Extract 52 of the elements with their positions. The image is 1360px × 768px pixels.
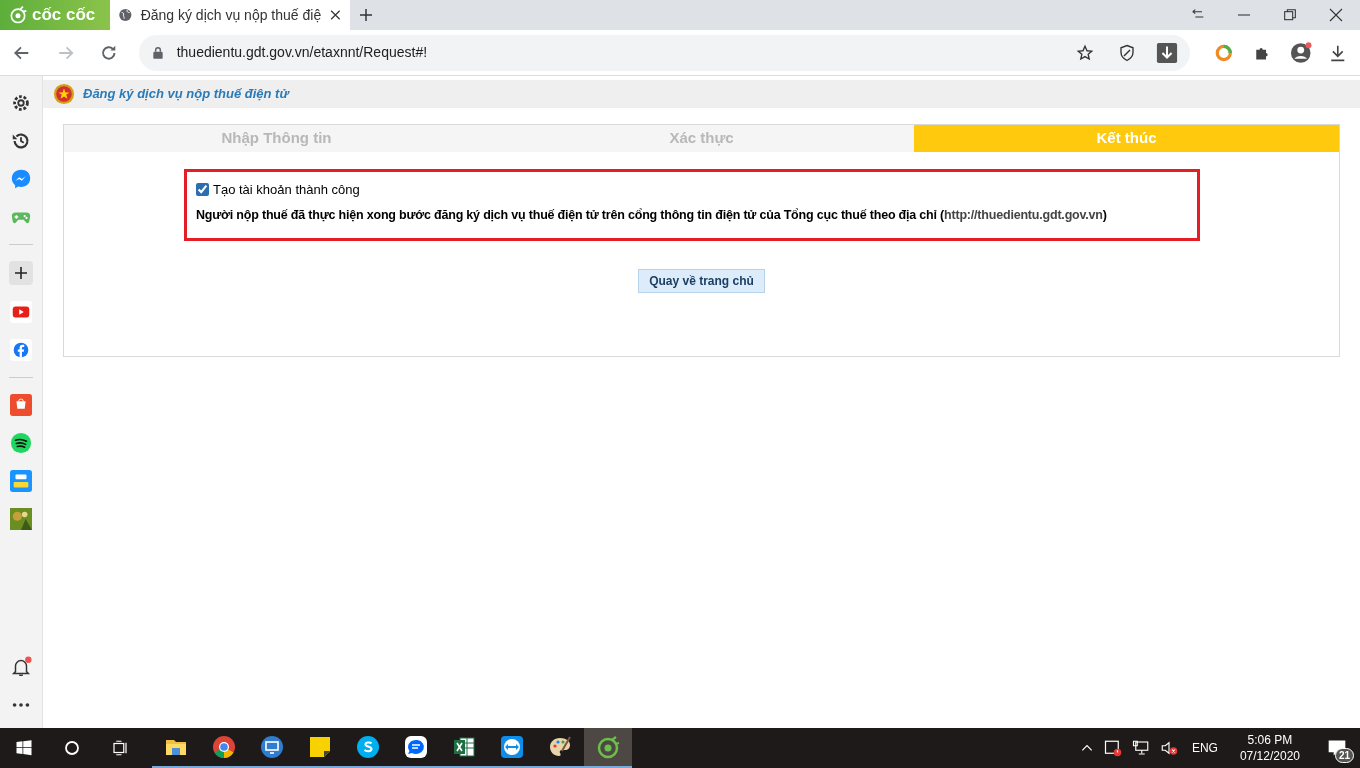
notification-bell-icon[interactable]	[10, 656, 32, 678]
checkbox[interactable]	[196, 183, 209, 197]
network-monitor-icon[interactable]	[1131, 739, 1150, 757]
paint-palette-icon	[548, 735, 572, 759]
spreadsheet-icon	[452, 735, 476, 759]
address-bar[interactable]: thuedientu.gdt.gov.vn/etaxnnt/Request#!	[138, 34, 1190, 71]
chat-s-icon	[356, 735, 380, 759]
tag-tile-icon[interactable]	[10, 470, 32, 492]
success-label: Tạo tài khoản thành công	[213, 181, 360, 199]
browser-tab[interactable]: Đăng ký dịch vụ nộp thuế điệ	[110, 0, 350, 30]
notification-count: 21	[1334, 748, 1354, 763]
tab-title: Đăng ký dịch vụ nộp thuế điệ	[140, 5, 322, 25]
monitor-circle-icon	[260, 735, 284, 759]
close-icon[interactable]	[329, 8, 342, 22]
plus-icon	[13, 265, 29, 281]
ring-extension-icon[interactable]	[1213, 42, 1234, 63]
success-message: Người nộp thuế đã thực hiện xong bước đăng ký dịch vụ thuế điện tử trên cổng thông tin điện tử của Tổng cục thuế theo địa chỉ (http://thuedientu.gdt.gov.vn)	[196, 206, 1108, 224]
star-icon[interactable]	[1075, 43, 1094, 62]
home-button[interactable]: Quay về trang chủ	[638, 269, 765, 293]
game-artwork-icon[interactable]	[10, 508, 32, 530]
browser-logo-icon	[8, 5, 28, 25]
sticky-note-icon	[308, 735, 332, 759]
restore-icon[interactable]	[1282, 7, 1298, 23]
lock-icon	[150, 45, 165, 60]
download-icon[interactable]	[1155, 41, 1178, 64]
portal-link[interactable]: http://thuedientu.gdt.gov.vn	[944, 207, 1103, 222]
windows-icon[interactable]	[15, 739, 33, 757]
globe-icon	[118, 7, 133, 23]
emblem-icon	[53, 83, 75, 105]
shield-icon[interactable]	[1117, 43, 1136, 62]
clock-date[interactable]: 07/12/2020	[1239, 748, 1300, 764]
task-view-icon[interactable]	[111, 739, 129, 757]
page-title: Đăng ký dịch vụ nộp thuế điện tử	[83, 85, 289, 104]
url-text: thuedientu.gdt.gov.vn/etaxnnt/Request#!	[176, 43, 429, 62]
settings-icon[interactable]	[10, 92, 32, 114]
sound-waves-icon[interactable]	[10, 432, 32, 454]
new-tab-icon[interactable]	[358, 7, 374, 23]
add-button[interactable]	[9, 261, 33, 285]
alert-app-icon[interactable]	[1103, 739, 1122, 757]
close-icon[interactable]	[1328, 7, 1344, 23]
shopping-bag-icon[interactable]	[10, 394, 32, 416]
browser-circle-icon	[212, 735, 236, 759]
language-indicator[interactable]: ENG	[1191, 739, 1218, 757]
search-circle-icon[interactable]	[63, 739, 81, 757]
social-f-icon[interactable]	[10, 339, 32, 361]
messenger-icon[interactable]	[10, 168, 32, 190]
chat-bubble-icon	[404, 735, 428, 759]
profile-icon[interactable]	[1288, 40, 1313, 65]
clock-time[interactable]: 5:06 PM	[1247, 732, 1293, 748]
speaker-muted-icon[interactable]	[1159, 739, 1178, 757]
target-leaf-icon	[596, 735, 620, 759]
video-play-icon[interactable]	[10, 301, 32, 323]
